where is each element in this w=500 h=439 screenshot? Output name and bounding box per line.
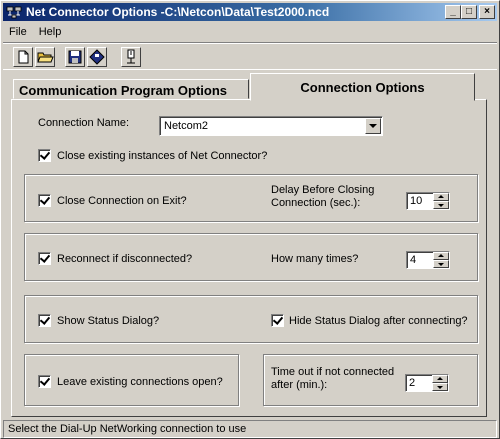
maximize-button[interactable]: □ (461, 5, 477, 19)
status-text: Select the Dial-Up NetWorking connection… (8, 423, 247, 435)
spin-up-icon[interactable] (433, 193, 449, 201)
options-tabs: Communication Program Options Connection… (1, 71, 500, 419)
close-existing-checkbox[interactable] (38, 149, 51, 162)
title-bar[interactable]: Net Connector Options -C:\Netcon\Data\Te… (3, 3, 497, 21)
network-app-icon (6, 5, 22, 19)
chevron-down-icon[interactable] (365, 118, 381, 134)
reconnect-group: Reconnect if disconnected? How many time… (24, 233, 478, 281)
spin-up-icon[interactable] (432, 375, 448, 383)
status-dialog-group: Show Status Dialog? Hide Status Dialog a… (24, 295, 478, 343)
status-bar: Select the Dial-Up NetWorking connection… (3, 420, 497, 438)
tab-connection-options[interactable]: Connection Options (250, 73, 475, 101)
spin-up-icon[interactable] (433, 252, 449, 260)
hide-status-checkbox[interactable] (271, 314, 284, 327)
reconnect-checkbox[interactable] (38, 252, 51, 265)
window-title: Net Connector Options -C:\Netcon\Data\Te… (26, 5, 330, 19)
close-on-exit-label: Close Connection on Exit? (57, 195, 187, 207)
leave-open-group: Leave existing connections open? (24, 354, 239, 406)
new-file-icon[interactable] (13, 47, 33, 67)
close-button[interactable]: × (479, 5, 495, 19)
close-existing-label: Close existing instances of Net Connecto… (57, 150, 268, 162)
menu-help[interactable]: Help (33, 26, 68, 38)
retry-count-value: 4 (410, 254, 417, 266)
timeout-group: Time out if not connected after (min.): … (263, 354, 478, 406)
reconnect-label: Reconnect if disconnected? (57, 253, 193, 265)
timeout-spinner[interactable]: 2 (405, 374, 449, 392)
leave-open-label: Leave existing connections open? (57, 376, 223, 388)
save-icon[interactable] (65, 47, 85, 67)
menu-file[interactable]: File (3, 26, 33, 38)
show-status-label: Show Status Dialog? (57, 315, 160, 327)
menu-bar: File Help (3, 22, 497, 41)
retry-count-spinner[interactable]: 4 (406, 251, 450, 269)
connection-options-panel: Connection Name: Netcom2 Close existing … (11, 99, 487, 417)
delay-label-line2: Connection (sec.): (271, 197, 361, 209)
app-window: Net Connector Options -C:\Netcon\Data\Te… (0, 0, 500, 439)
minimize-button[interactable]: _ (445, 5, 461, 19)
leave-open-checkbox[interactable] (38, 375, 51, 388)
timeout-label-line1: Time out if not connected (271, 366, 395, 378)
connection-name-label: Connection Name: (38, 117, 130, 129)
close-on-exit-group: Close Connection on Exit? Delay Before C… (24, 174, 478, 222)
connection-icon[interactable] (121, 47, 141, 67)
hide-status-label: Hide Status Dialog after connecting? (289, 315, 468, 327)
delay-value: 10 (410, 195, 423, 207)
spin-down-icon[interactable] (433, 260, 449, 268)
tab-communication-program-options[interactable]: Communication Program Options (13, 79, 249, 99)
connection-name-combo[interactable]: Netcom2 (159, 116, 383, 136)
how-many-label: How many times? (271, 253, 359, 265)
toolbar (3, 42, 497, 70)
delay-label-line1: Delay Before Closing (271, 184, 375, 196)
timeout-value: 2 (409, 377, 416, 389)
show-status-checkbox[interactable] (38, 314, 51, 327)
connection-name-value: Netcom2 (164, 120, 209, 132)
open-folder-icon[interactable] (35, 47, 55, 67)
timeout-label-line2: after (min.): (271, 379, 328, 391)
close-on-exit-checkbox[interactable] (38, 194, 51, 207)
save-as-icon[interactable] (87, 47, 107, 67)
spin-down-icon[interactable] (433, 201, 449, 209)
spin-down-icon[interactable] (432, 383, 448, 391)
delay-spinner[interactable]: 10 (406, 192, 450, 210)
